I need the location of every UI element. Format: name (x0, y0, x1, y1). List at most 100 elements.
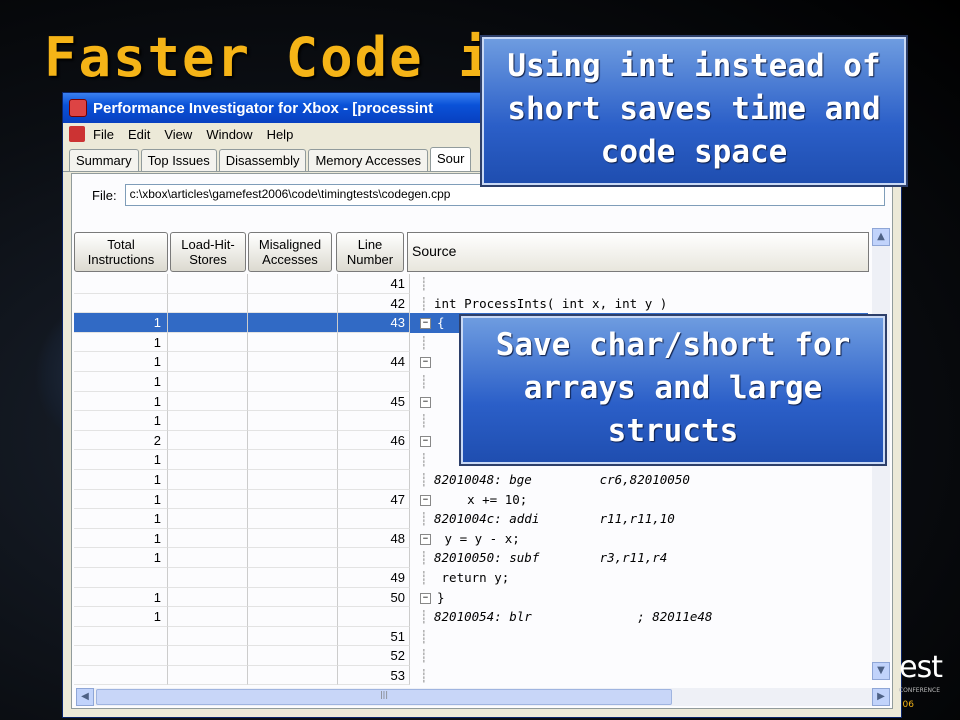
file-path-field[interactable]: c:\xbox\articles\gamefest2006\code\timin… (124, 184, 885, 206)
total-instructions-cell: 1 (74, 548, 168, 568)
tree-line-icon: ┊ (420, 334, 428, 350)
misaligned-accesses-cell (248, 293, 338, 314)
collapse-icon[interactable]: − (420, 494, 431, 506)
load-hit-stores-cell (168, 567, 248, 588)
source-text: } (437, 589, 445, 605)
table-row[interactable]: 49 ┊ return y; (74, 567, 868, 588)
source-cell: − y = y - x; (410, 529, 868, 549)
menu-window[interactable]: Window (206, 127, 252, 142)
line-number-cell (338, 548, 410, 568)
menu-file[interactable]: File (93, 127, 114, 142)
file-row: File: c:\xbox\articles\gamefest2006\code… (92, 184, 885, 206)
menu-view[interactable]: View (164, 127, 192, 142)
tab-summary[interactable]: Summary (69, 149, 139, 171)
scroll-left-icon[interactable]: ◀ (76, 688, 94, 706)
total-instructions-cell: 1 (74, 469, 168, 490)
app-icon (69, 99, 87, 117)
line-number-cell: 43 (338, 313, 410, 333)
misaligned-accesses-cell (248, 626, 338, 647)
total-instructions-cell: 1 (74, 352, 168, 372)
tree-line-icon: ┊ (420, 667, 428, 683)
table-row[interactable]: 1 48− y = y - x; (74, 528, 868, 549)
misaligned-accesses-cell (248, 509, 338, 529)
table-row[interactable]: 1 ┊ 82010050: subf r3,r11,r4 (74, 548, 868, 568)
source-cell: − x += 10; (410, 490, 868, 510)
collapse-icon[interactable]: − (420, 396, 431, 408)
line-number-cell (338, 607, 410, 627)
tab-source[interactable]: Sour (429, 147, 472, 171)
header-load-hit-stores[interactable]: Load-Hit- Stores (170, 232, 246, 272)
collapse-icon[interactable]: − (420, 592, 431, 604)
collapse-icon[interactable]: − (420, 318, 431, 330)
horizontal-scrollbar[interactable]: ◀ ||| ▶ (76, 688, 890, 706)
tab-top-issues[interactable]: Top Issues (140, 149, 217, 171)
table-row[interactable]: 1 ┊ 82010054: blr ; 82011e48 (74, 607, 868, 627)
callout-int-vs-short: Using int instead of short saves time an… (482, 37, 906, 185)
total-instructions-cell: 1 (74, 332, 168, 353)
document-icon[interactable] (69, 126, 85, 142)
source-text: int ProcessInts( int x, int y ) (434, 295, 668, 311)
misaligned-accesses-cell (248, 450, 338, 470)
total-instructions-cell: 1 (74, 313, 168, 333)
line-number-cell (338, 450, 410, 470)
menu-help[interactable]: Help (267, 127, 294, 142)
line-number-cell: 44 (338, 352, 410, 372)
load-hit-stores-cell (168, 509, 248, 529)
header-source[interactable]: Source (407, 232, 869, 272)
load-hit-stores-cell (168, 548, 248, 568)
table-row[interactable]: 42 ┊ int ProcessInts( int x, int y ) (74, 293, 868, 314)
table-row[interactable]: 41 ┊ (74, 274, 868, 294)
tree-line-icon: ┊ (420, 648, 428, 664)
line-number-cell: 53 (338, 665, 410, 686)
total-instructions-cell (74, 665, 168, 686)
tree-line-icon: ┊ (420, 295, 428, 311)
table-row[interactable]: 1 ┊ 8201004c: addi r11,r11,10 (74, 509, 868, 529)
load-hit-stores-cell (168, 626, 248, 647)
table-row[interactable]: 53 ┊ (74, 665, 868, 686)
source-cell: ┊ 82010048: bge cr6,82010050 (410, 470, 868, 490)
source-text: { (437, 315, 445, 331)
source-cell: ┊ (410, 274, 868, 294)
source-text: 8201004c: addi r11,r11,10 (434, 511, 675, 527)
total-instructions-cell: 1 (74, 489, 168, 510)
total-instructions-cell: 2 (74, 430, 168, 451)
load-hit-stores-cell (168, 450, 248, 470)
line-number-cell: 42 (338, 293, 410, 314)
tab-disassembly[interactable]: Disassembly (218, 149, 307, 171)
horizontal-scroll-thumb[interactable]: ||| (96, 689, 672, 705)
load-hit-stores-cell (168, 411, 248, 431)
scroll-right-icon[interactable]: ▶ (872, 688, 890, 706)
table-row[interactable]: 51 ┊ (74, 626, 868, 647)
line-number-cell: 51 (338, 626, 410, 647)
total-instructions-cell (74, 567, 168, 588)
total-instructions-cell: 1 (74, 607, 168, 627)
table-row[interactable]: 52 ┊ (74, 646, 868, 666)
source-cell: ┊ 82010050: subf r3,r11,r4 (410, 548, 868, 568)
load-hit-stores-cell (168, 293, 248, 314)
line-number-cell: 47 (338, 489, 410, 510)
line-number-cell (338, 469, 410, 490)
header-line-number[interactable]: Line Number (336, 232, 404, 272)
header-total-instructions[interactable]: Total Instructions (74, 232, 168, 272)
collapse-icon[interactable]: − (420, 357, 431, 369)
misaligned-accesses-cell (248, 274, 338, 294)
line-number-cell (338, 411, 410, 431)
header-misaligned-accesses[interactable]: Misaligned Accesses (248, 232, 332, 272)
table-row[interactable]: 1 50−} (74, 587, 868, 608)
misaligned-accesses-cell (248, 469, 338, 490)
tab-memory-accesses[interactable]: Memory Accesses (308, 149, 428, 171)
menu-edit[interactable]: Edit (128, 127, 150, 142)
total-instructions-cell (74, 293, 168, 314)
table-row[interactable]: 1 ┊ 82010048: bge cr6,82010050 (74, 469, 868, 490)
scroll-down-icon[interactable]: ▼ (872, 662, 890, 680)
total-instructions-cell: 1 (74, 411, 168, 431)
load-hit-stores-cell (168, 371, 248, 392)
gamefest-logo-year: 06 (902, 700, 914, 710)
table-row[interactable]: 1 47− x += 10; (74, 489, 868, 510)
scroll-up-icon[interactable]: ▲ (872, 228, 890, 246)
misaligned-accesses-cell (248, 567, 338, 588)
collapse-icon[interactable]: − (420, 533, 431, 545)
total-instructions-cell: 1 (74, 391, 168, 412)
collapse-icon[interactable]: − (420, 435, 431, 447)
total-instructions-cell (74, 626, 168, 647)
